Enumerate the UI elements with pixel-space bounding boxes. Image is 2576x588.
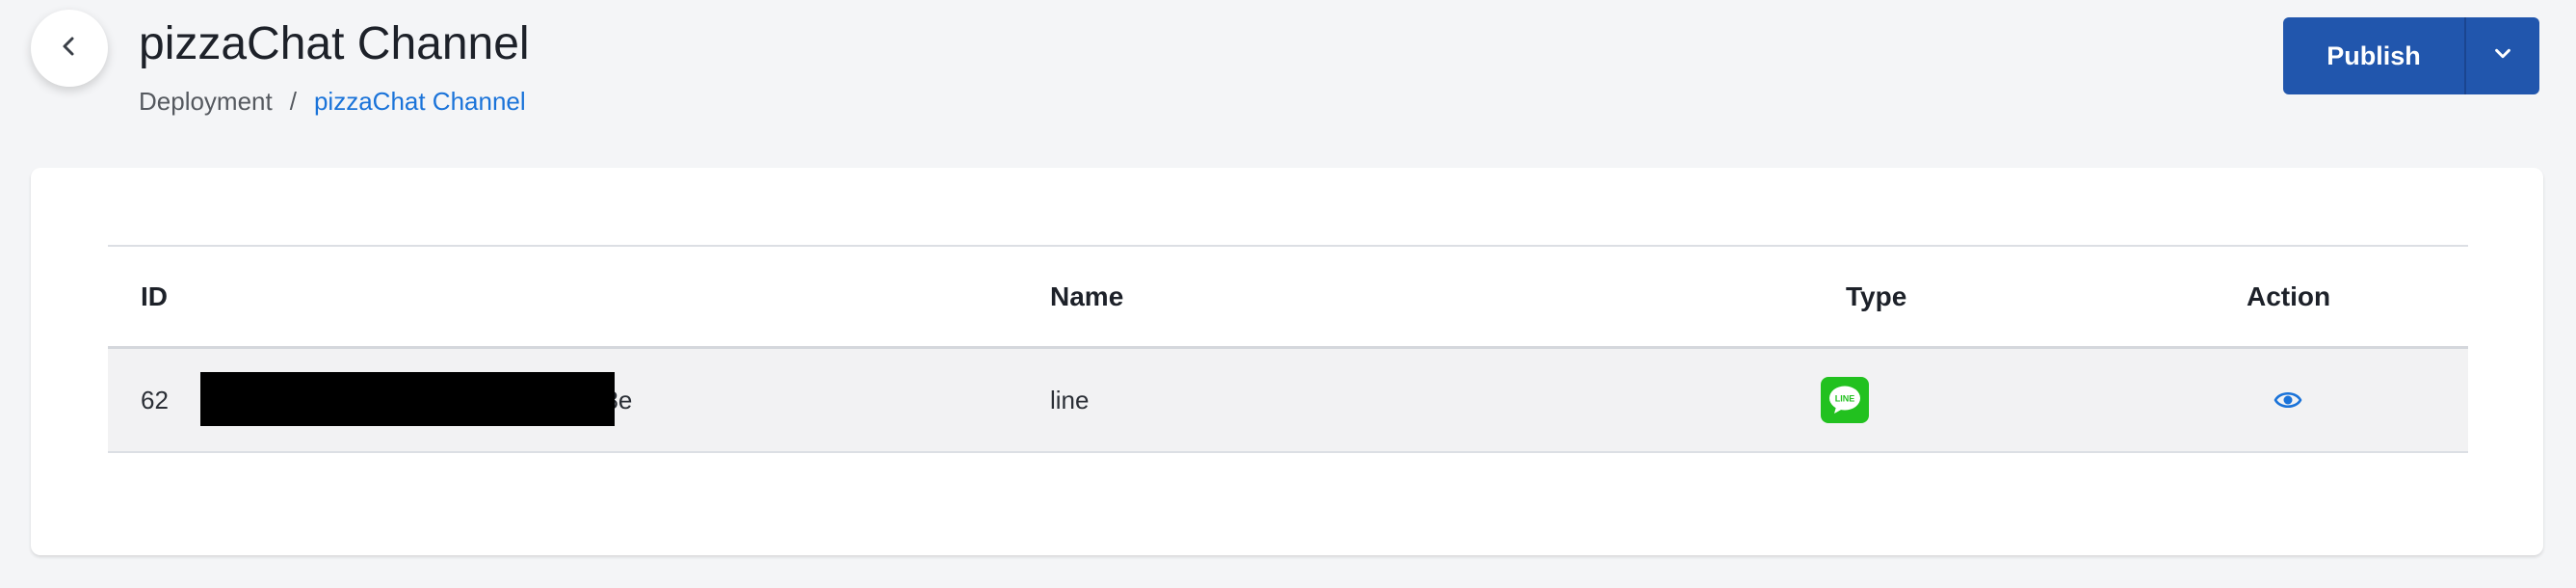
column-header-id: ID [141,281,168,311]
publish-button[interactable]: Publish [2283,17,2464,94]
row-id-prefix: 62 [141,385,169,414]
breadcrumb-separator: / [289,87,297,116]
row-action [2274,349,2302,451]
chevron-left-icon [58,35,81,63]
back-button[interactable] [31,10,108,87]
eye-icon[interactable] [2274,389,2302,411]
breadcrumb-current[interactable]: pizzaChat Channel [314,87,526,117]
column-header-type: Type [1846,281,1907,311]
breadcrumb-root[interactable]: Deployment [139,87,273,117]
column-header-name: Name [1050,281,1124,311]
row-name: line [1050,385,1090,414]
channels-table: ID Name Type Action 62 18e line LINE [108,245,2468,453]
table-row: 62 18e line LINE [108,349,2468,453]
row-type: LINE [1821,349,1869,451]
breadcrumb: Deployment / pizzaChat Channel [139,87,526,117]
table-header: ID Name Type Action [108,245,2468,349]
channels-card: ID Name Type Action 62 18e line LINE [31,168,2543,555]
page-title: pizzaChat Channel [139,18,530,69]
chevron-down-icon [2492,43,2513,69]
publish-dropdown-button[interactable] [2466,17,2539,94]
line-app-icon: LINE [1821,377,1869,423]
redaction-bar [200,372,615,426]
line-icon-text: LINE [1835,394,1855,404]
publish-split-button: Publish [2283,17,2539,94]
column-header-action: Action [2247,281,2331,311]
